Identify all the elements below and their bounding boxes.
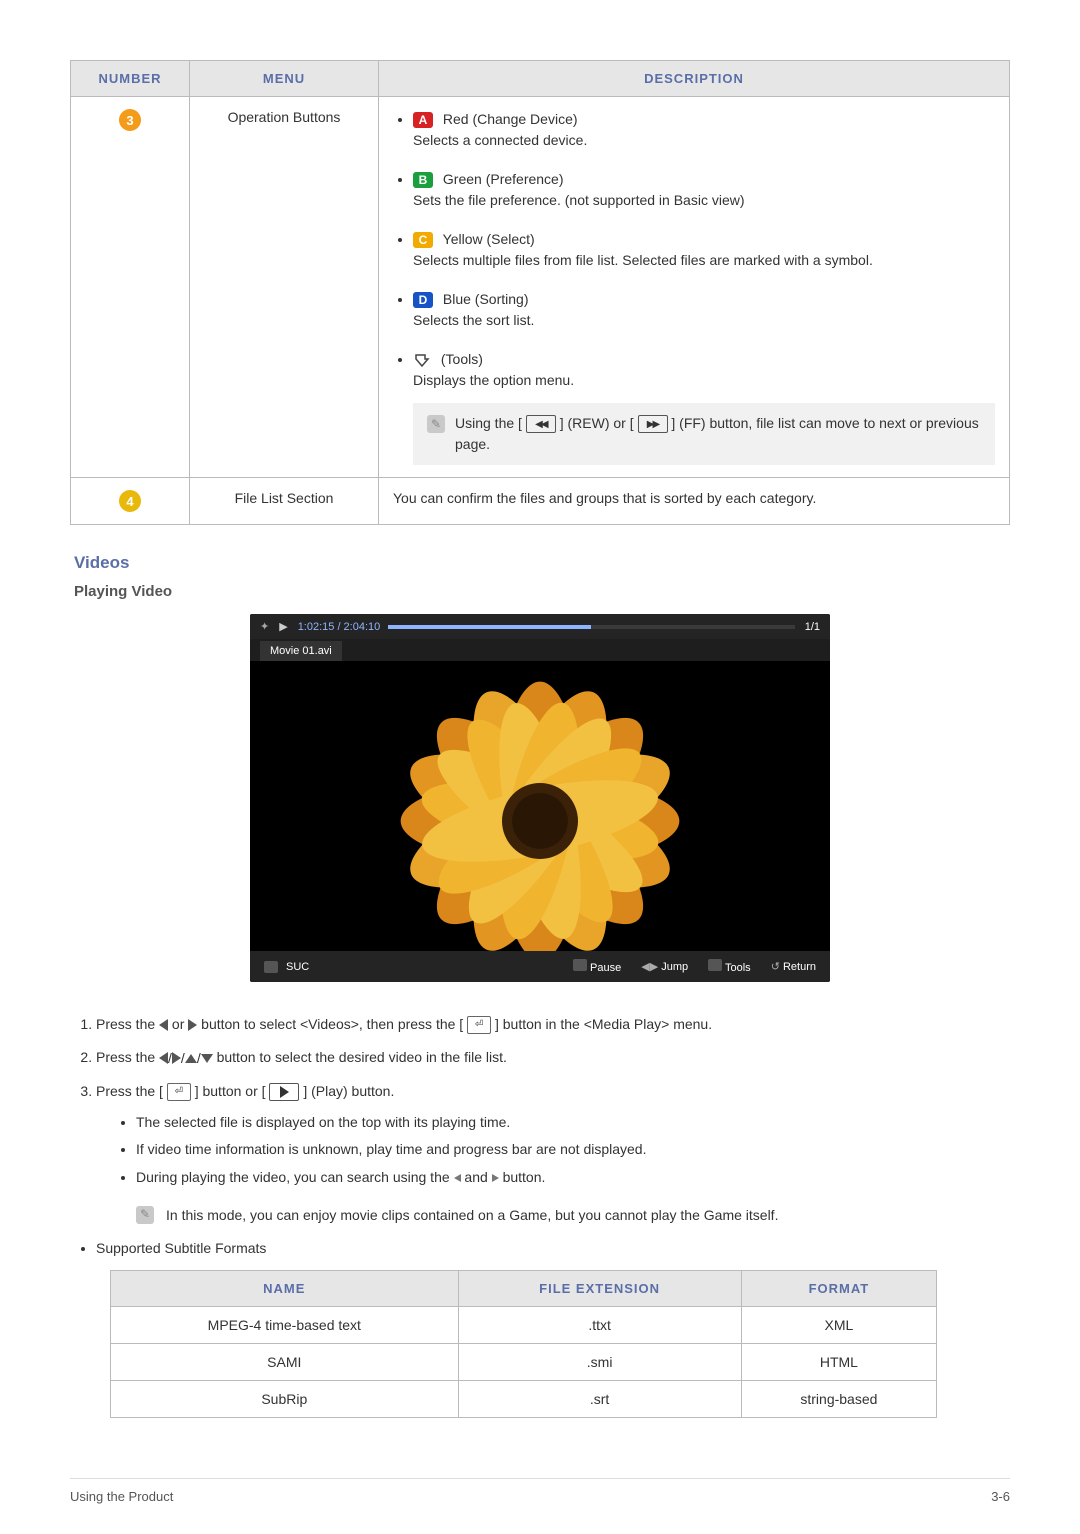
inline-note-text: In this mode, you can enjoy movie clips … [166, 1204, 778, 1226]
sub-th-format: Format [741, 1271, 937, 1307]
table-row: 3 Operation Buttons A Red (Change Device… [71, 97, 1010, 478]
row-description: You can confirm the files and groups tha… [379, 478, 1010, 525]
table-row: SAMI .smi HTML [111, 1344, 937, 1381]
th-menu: Menu [190, 61, 379, 97]
player-index: 1/1 [805, 621, 820, 633]
return-arrow-icon: ↺ [771, 961, 780, 973]
rew-icon: ◀◀ [526, 415, 556, 433]
note-icon: ✎ [136, 1206, 154, 1224]
row-menu: Operation Buttons [190, 97, 379, 478]
inline-note: ✎ In this mode, you can enjoy movie clip… [136, 1204, 1010, 1226]
green-text: Sets the file preference. (not supported… [413, 192, 745, 208]
nav-arrows-icon: /// [159, 1046, 213, 1071]
note-text-b: ] (REW) or [ [560, 415, 634, 431]
return-label: Return [783, 961, 816, 973]
pause-label: Pause [590, 962, 621, 974]
left-arrow-small-icon [454, 1174, 461, 1182]
player-time: 1:02:15 / 2:04:10 [298, 621, 381, 633]
step-2: Press the /// button to select the desir… [96, 1045, 1010, 1071]
pause-btn-icon [573, 959, 587, 971]
right-arrow-small-icon [492, 1174, 499, 1182]
green-button-icon: B [413, 172, 433, 188]
footer-left: Using the Product [70, 1489, 173, 1504]
th-number: Number [71, 61, 190, 97]
note-text-a: Using the [ [455, 415, 522, 431]
tools-text: Displays the option menu. [413, 372, 574, 388]
sub-bullet: During playing the video, you can search… [136, 1165, 1010, 1190]
green-label: Green (Preference) [443, 171, 564, 187]
tools-label: (Tools) [441, 351, 483, 367]
sub-bullet: If video time information is unknown, pl… [136, 1137, 1010, 1162]
progress-bar [388, 625, 794, 629]
row-number-badge-3: 3 [119, 109, 141, 131]
sub-th-ext: File Extension [458, 1271, 741, 1307]
step-3: Press the [ ⏎ ] button or [ ] (Play) but… [96, 1079, 1010, 1226]
playing-video-heading: Playing Video [74, 583, 1010, 600]
video-player: ✦ ▶ 1:02:15 / 2:04:10 1/1 Movie 01.avi [250, 614, 830, 982]
tools-btn-icon [708, 959, 722, 971]
suc-flag-icon [264, 961, 278, 973]
row-number-badge-4: 4 [119, 490, 141, 512]
row-menu: File List Section [190, 478, 379, 525]
sub-th-name: Name [111, 1271, 459, 1307]
page-footer: Using the Product 3-6 [70, 1478, 1010, 1504]
operation-table: Number Menu Description 3 Operation Butt… [70, 60, 1010, 525]
yellow-button-icon: C [413, 232, 433, 248]
play-button-icon [269, 1083, 299, 1101]
enter-icon: ⏎ [467, 1016, 491, 1034]
left-arrow-icon [159, 1019, 168, 1031]
tools-icon [413, 352, 431, 368]
table-row: SubRip .srt string-based [111, 1381, 937, 1418]
suc-label: SUC [286, 961, 309, 973]
enter-icon: ⏎ [167, 1083, 191, 1101]
jump-arrows-icon: ◀▶ [641, 961, 658, 973]
supported-subtitle-bullet: Supported Subtitle Formats [96, 1240, 1010, 1256]
footer-right: 3-6 [991, 1489, 1010, 1504]
player-logo-icon: ✦ [260, 620, 269, 633]
subtitle-formats-table: Name File Extension Format MPEG-4 time-b… [110, 1270, 937, 1418]
note-box: ✎ Using the [ ◀◀ ] (REW) or [ ▶▶ ] (FF) … [413, 403, 995, 465]
player-image [250, 661, 830, 951]
table-row: MPEG-4 time-based text .ttxt XML [111, 1307, 937, 1344]
videos-heading: Videos [74, 553, 1010, 573]
red-label: Red (Change Device) [443, 111, 578, 127]
yellow-label: Yellow (Select) [443, 231, 535, 247]
right-arrow-icon [188, 1019, 197, 1031]
step-1: Press the or button to select <Videos>, … [96, 1012, 1010, 1037]
blue-text: Selects the sort list. [413, 312, 534, 328]
table-row: 4 File List Section You can confirm the … [71, 478, 1010, 525]
yellow-text: Selects multiple files from file list. S… [413, 252, 873, 268]
note-icon: ✎ [427, 415, 445, 433]
sub-bullet: The selected file is displayed on the to… [136, 1110, 1010, 1135]
ff-icon: ▶▶ [638, 415, 668, 433]
blue-label: Blue (Sorting) [443, 291, 529, 307]
blue-button-icon: D [413, 292, 433, 308]
player-filename: Movie 01.avi [260, 641, 342, 661]
red-text: Selects a connected device. [413, 132, 587, 148]
tools-label: Tools [725, 962, 751, 974]
jump-label: Jump [661, 961, 688, 973]
steps-list: Press the or button to select <Videos>, … [70, 1012, 1010, 1226]
play-icon: ▶ [279, 620, 287, 633]
th-description: Description [379, 61, 1010, 97]
red-button-icon: A [413, 112, 433, 128]
row-description: A Red (Change Device) Selects a connecte… [379, 97, 1010, 478]
